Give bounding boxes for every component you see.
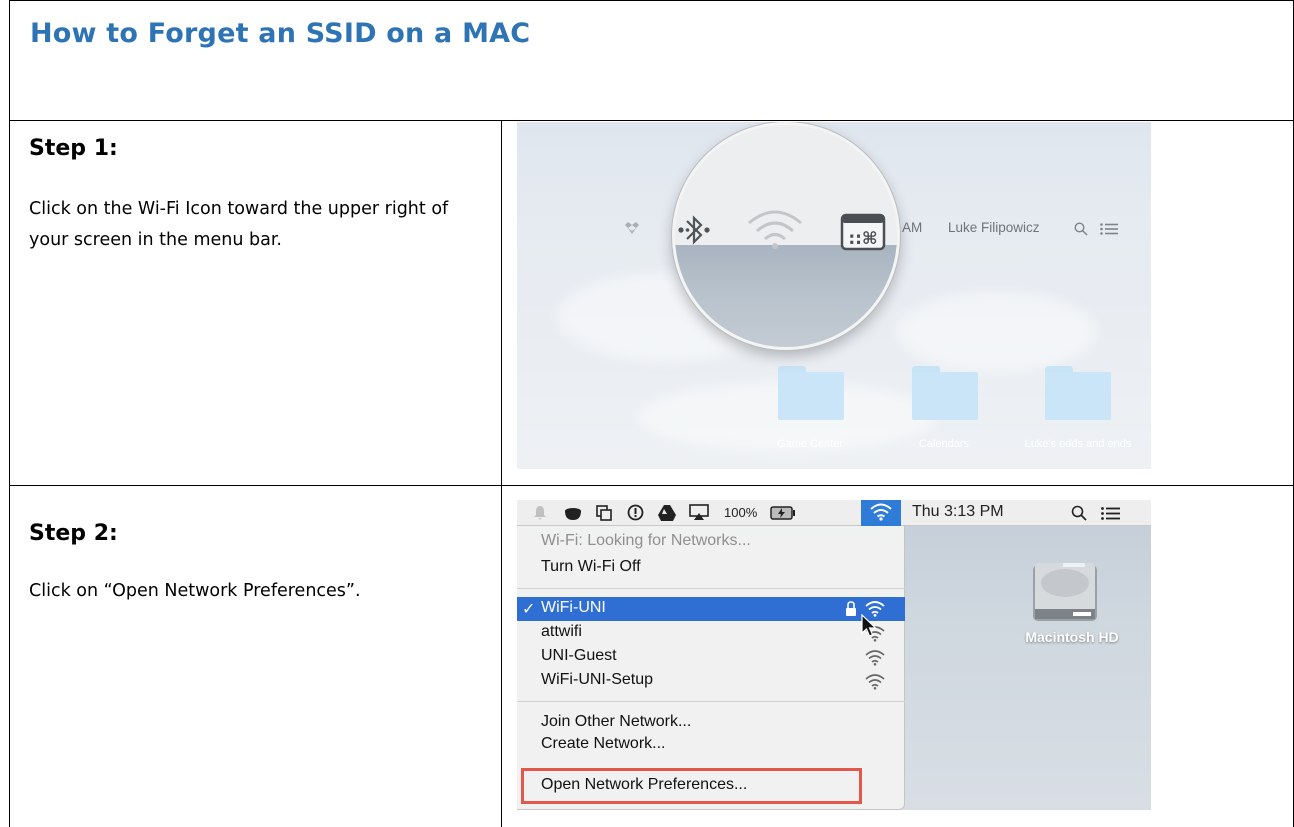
network-name: WiFi-UNI (541, 599, 606, 616)
wifi-status: Wi-Fi: Looking for Networks... (541, 532, 751, 549)
callout-highlight-box (521, 768, 862, 804)
bluetooth-icon[interactable] (677, 211, 711, 249)
menu-separator (517, 701, 905, 702)
checkmark-icon: ✓ (522, 599, 536, 618)
table-border-top (9, 0, 1294, 1)
step-2-heading: Step 2: (29, 521, 118, 546)
wifi-icon[interactable] (745, 207, 805, 253)
page-title: How to Forget an SSID on a MAC (30, 18, 531, 49)
table-border-middle (501, 120, 502, 827)
network-item-selected[interactable]: ✓ WiFi-UNI (517, 597, 905, 621)
info-circle-icon[interactable] (627, 504, 644, 521)
macintosh-hd-label: Macintosh HD (1025, 629, 1119, 645)
menu-separator (517, 588, 905, 589)
notification-center-icon[interactable] (1101, 507, 1120, 520)
screenshot-wifi-menu: Macintosh HD 100% Thu 3:13 PM Wi-Fi: Loo… (517, 500, 1151, 810)
folder-icon[interactable] (1045, 366, 1111, 420)
menubar: 100% Thu 3:13 PM (517, 500, 1151, 526)
google-drive-icon[interactable] (658, 505, 676, 521)
airplay-icon[interactable] (689, 504, 709, 521)
magnifier-lens: ::⌘ (672, 122, 900, 350)
step-2-text: Click on “Open Network Preferences”. (29, 581, 361, 601)
folder-label: Calendars (918, 438, 970, 450)
folder-icon[interactable] (912, 366, 978, 420)
wifi-signal-icon (865, 650, 885, 666)
coffee-cup-icon[interactable] (564, 505, 582, 521)
lock-icon (846, 601, 856, 616)
table-border-row1 (9, 120, 1294, 121)
step-1-heading: Step 1: (29, 136, 118, 161)
network-item[interactable]: attwifi (541, 623, 582, 641)
join-other-network-item[interactable]: Join Other Network... (541, 713, 691, 731)
bell-icon[interactable] (534, 506, 546, 520)
mouse-cursor-icon (861, 614, 877, 637)
folder-label: Game Center (776, 438, 844, 450)
wifi-menu-extra-active[interactable] (861, 500, 901, 526)
network-item[interactable]: WiFi-UNI-Setup (541, 671, 653, 689)
network-item[interactable]: UNI-Guest (541, 647, 617, 665)
folder-icon[interactable] (778, 366, 844, 420)
notification-center-icon[interactable] (1100, 223, 1118, 235)
svg-text:::⌘: ::⌘ (848, 229, 877, 249)
wifi-dropdown-menu: Wi-Fi: Looking for Networks... Turn Wi-F… (517, 526, 905, 810)
menubar-clock[interactable]: Thu 3:13 PM (912, 503, 1004, 521)
hard-drive-icon[interactable] (1027, 557, 1103, 623)
turn-wifi-off-item[interactable]: Turn Wi-Fi Off (541, 558, 641, 576)
menubar-user-name[interactable]: Luke Filipowicz (948, 220, 1040, 235)
battery-percent: 100% (724, 505, 758, 520)
wifi-icon[interactable] (870, 503, 892, 521)
battery-charging-icon[interactable] (770, 506, 796, 520)
copy-windows-icon[interactable] (596, 505, 612, 521)
folder-label: Luke's odds and ends (1024, 438, 1132, 450)
spotlight-icon[interactable] (1071, 505, 1087, 521)
spotlight-icon[interactable] (1074, 222, 1088, 236)
table-border-row2 (9, 485, 1294, 486)
table-border-left (9, 0, 10, 827)
create-network-item[interactable]: Create Network... (541, 735, 665, 751)
dropbox-icon (625, 222, 639, 234)
wifi-signal-icon (865, 674, 885, 690)
keyboard-viewer-icon[interactable]: ::⌘ (840, 213, 886, 251)
screenshot-menubar-wifi: 11 AM Luke Filipowicz Game Center Calend… (517, 122, 1151, 469)
step-1-text: Click on the Wi-Fi Icon toward the upper… (29, 199, 449, 250)
